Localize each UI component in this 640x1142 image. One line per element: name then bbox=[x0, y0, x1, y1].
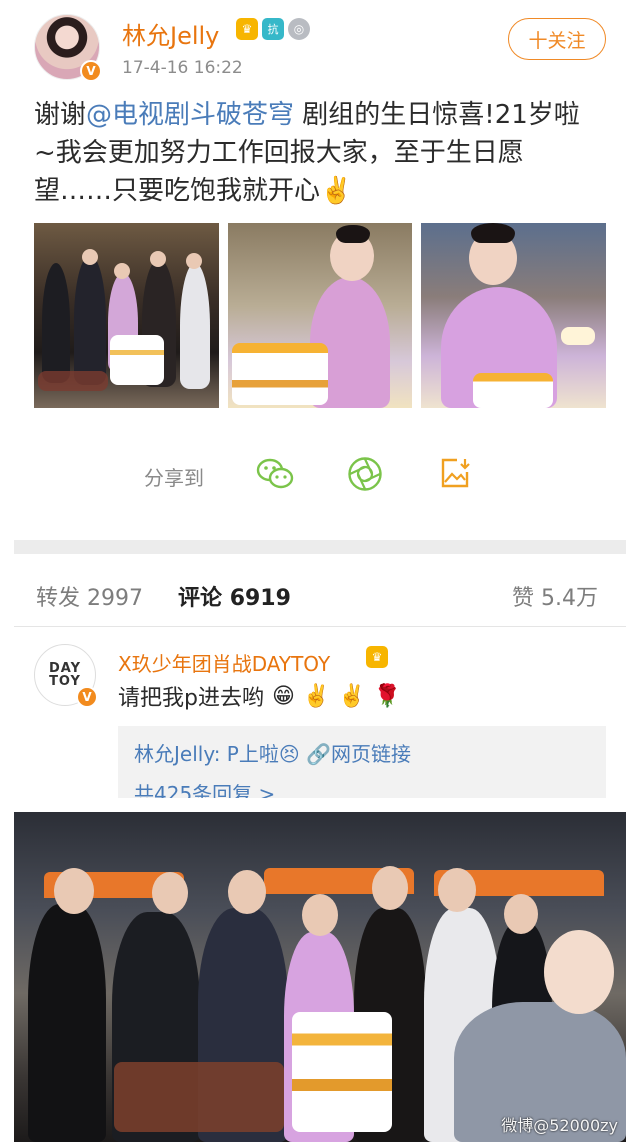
comment-text: 请把我p进去哟 bbox=[118, 686, 264, 711]
commenter-username[interactable]: X玖少年团肖战DAYTOY bbox=[118, 648, 330, 677]
tab-like[interactable]: 赞 5.4万 bbox=[512, 580, 598, 612]
reply-text: P上啦 bbox=[220, 742, 279, 766]
image-watermark: 微博@52000zy bbox=[501, 1116, 618, 1135]
commenter-crown-badge-icon[interactable]: ♛ bbox=[366, 646, 388, 668]
share-label: 分享到 bbox=[144, 466, 204, 490]
tab-comment-label: 评论 bbox=[178, 586, 223, 611]
shield-badge-icon[interactable]: 抗 bbox=[262, 18, 284, 40]
follow-button[interactable]: 十关注 bbox=[508, 18, 606, 60]
grin-emoji-icon: 😁 bbox=[271, 683, 295, 709]
avatar-text-line2: TOY bbox=[49, 674, 81, 689]
link-icon: 🔗 bbox=[306, 742, 331, 766]
person-head bbox=[504, 894, 538, 934]
section-divider bbox=[14, 540, 626, 554]
person-head bbox=[54, 868, 94, 914]
post-photo-1[interactable] bbox=[34, 223, 219, 408]
save-image-icon[interactable] bbox=[436, 456, 474, 492]
rose-emoji-icon: 🌹 bbox=[373, 683, 402, 709]
interaction-tabs: 转发 2997 评论 6919 赞 5.4万 bbox=[0, 572, 640, 616]
comment-attached-photo[interactable]: 微博@52000zy bbox=[14, 812, 626, 1142]
share-row: 分享到 bbox=[0, 450, 640, 500]
sad-emoji-icon: 😣 bbox=[278, 742, 300, 766]
wechat-icon[interactable] bbox=[256, 456, 294, 492]
moments-icon[interactable] bbox=[346, 456, 384, 492]
post-text: 谢谢@电视剧斗破苍穹 剧组的生日惊喜!21岁啦~我会更加努力工作回报大家，至于生… bbox=[34, 96, 594, 210]
victory-emoji-icon: ✌️ bbox=[320, 176, 353, 206]
post-photo-3[interactable] bbox=[421, 223, 607, 408]
reply-line: 林允Jelly: P上啦😣 🔗网页链接 bbox=[134, 738, 411, 767]
post-timestamp: 17-4-16 16:22 bbox=[122, 58, 243, 78]
commenter-verified-badge-icon: V bbox=[76, 686, 98, 708]
person-head bbox=[544, 930, 614, 1014]
person-head bbox=[302, 894, 338, 936]
photo-grid bbox=[34, 223, 607, 408]
post-header: V 林允Jelly ♛ 抗 ◎ 17-4-16 16:22 十关注 bbox=[0, 0, 640, 90]
tab-repost[interactable]: 转发 2997 bbox=[36, 580, 143, 612]
author-username[interactable]: 林允Jelly bbox=[122, 16, 219, 51]
verified-badge-icon: V bbox=[80, 60, 102, 82]
tab-like-label: 赞 bbox=[512, 586, 535, 611]
person-head bbox=[152, 872, 188, 914]
reply-preview-box[interactable]: 林允Jelly: P上啦😣 🔗网页链接 共425条回复 > bbox=[118, 726, 606, 798]
tab-divider bbox=[14, 626, 626, 627]
tab-repost-label: 转发 bbox=[36, 586, 81, 611]
tab-comment-count: 6919 bbox=[229, 586, 291, 611]
reply-author[interactable]: 林允Jelly: bbox=[134, 742, 220, 766]
tab-repost-count: 2997 bbox=[87, 586, 144, 611]
person-head bbox=[372, 866, 408, 910]
tab-like-count: 5.4万 bbox=[541, 586, 599, 611]
mention-link[interactable]: @电视剧斗破苍穹 bbox=[86, 100, 294, 130]
cake-shape bbox=[292, 1012, 392, 1132]
post-text-prefix: 谢谢 bbox=[34, 100, 87, 130]
web-link[interactable]: 网页链接 bbox=[331, 742, 411, 766]
post-photo-2[interactable] bbox=[227, 223, 413, 408]
tab-comment[interactable]: 评论 6919 bbox=[178, 580, 291, 612]
victory-emoji-icon: ✌️ bbox=[302, 683, 331, 709]
person-figure bbox=[28, 904, 106, 1142]
reply-count-link[interactable]: 共425条回复 > bbox=[134, 778, 275, 798]
victory-emoji-icon: ✌️ bbox=[338, 683, 366, 709]
crown-badge-icon[interactable]: ♛ bbox=[236, 18, 258, 40]
dessert-bowls bbox=[114, 1062, 284, 1132]
person-head bbox=[438, 868, 476, 912]
comment-text-row: 请把我p进去哟 😁 ✌️ ✌️ 🌹 bbox=[118, 680, 401, 712]
user-badges: ♛ 抗 ◎ bbox=[236, 18, 310, 40]
person-head bbox=[228, 870, 266, 914]
medal-badge-icon[interactable]: ◎ bbox=[288, 18, 310, 40]
